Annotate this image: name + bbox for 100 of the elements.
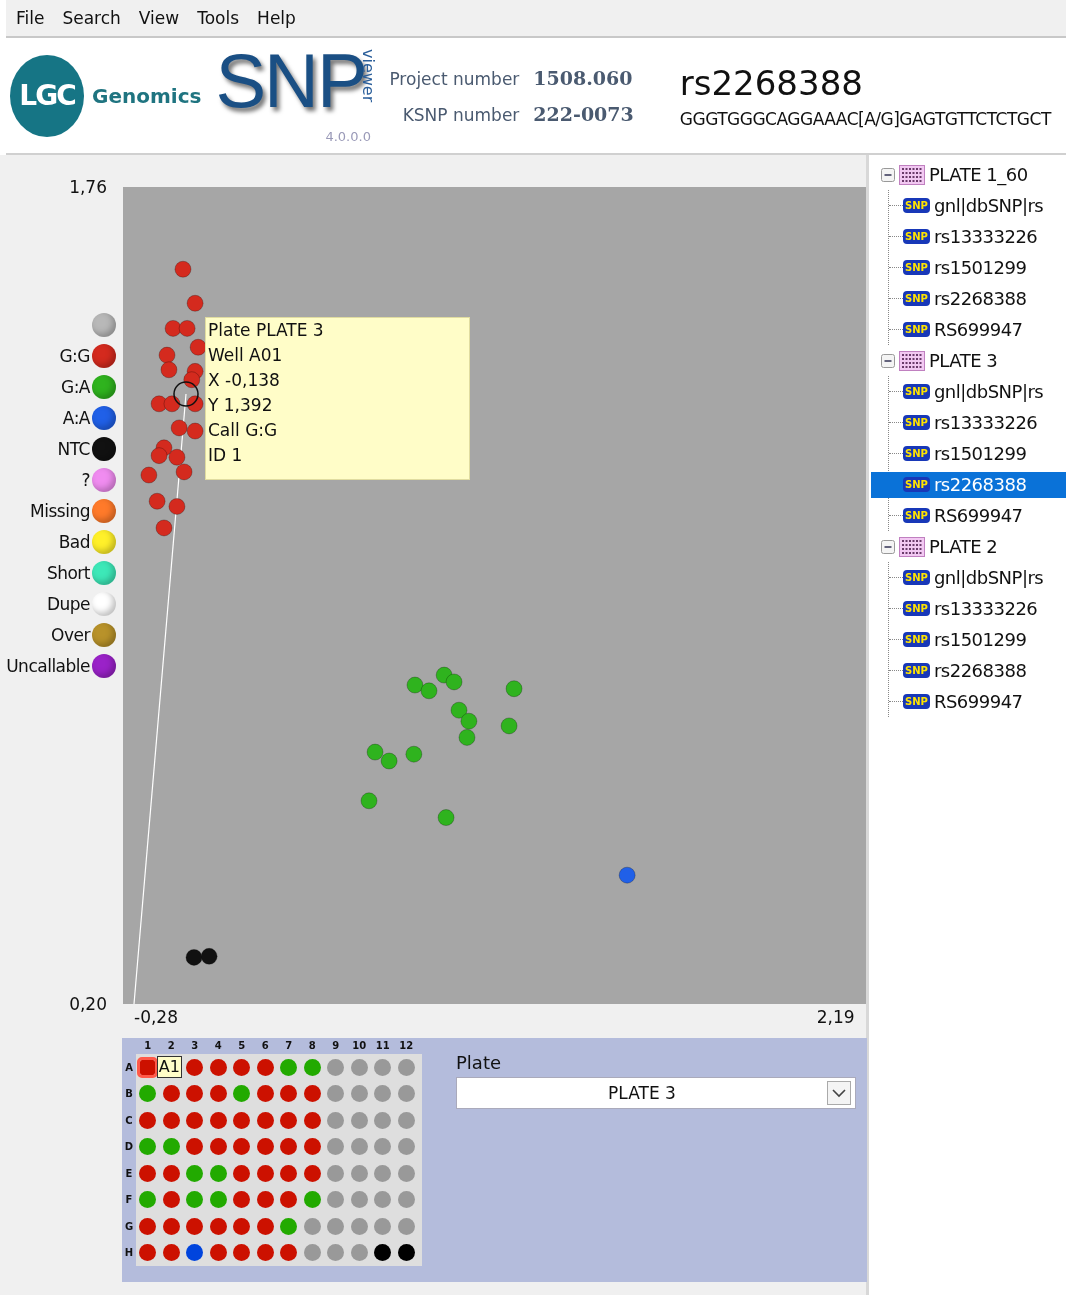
data-point[interactable] [186,395,204,413]
legend-label: Missing [30,501,90,521]
legend-label: Dupe [46,594,90,614]
tree-item[interactable]: SNP RS699947 [903,316,1066,343]
column-number: 6 [260,1039,270,1053]
data-point[interactable] [200,947,218,965]
tree-item[interactable]: SNP RS699947 [903,688,1066,715]
well-tooltip: A1 [156,1056,182,1079]
snp-id: rs2268388 [679,62,864,103]
tree-item[interactable]: SNP gnl|dbSNP|rs [903,564,1066,591]
plate-dropdown[interactable]: PLATE 3 [456,1077,856,1109]
menu-item[interactable]: Help [257,8,296,28]
row-letter: H [123,1246,135,1261]
column-number: 3 [190,1039,200,1053]
row-letter: G [123,1219,135,1234]
collapse-icon[interactable] [881,167,895,182]
tree-item[interactable]: SNP rs2268388 [871,471,1066,498]
logo-badge: LGC [10,54,84,137]
legend-label: A:A [62,408,90,428]
tree-item[interactable]: SNP rs13333226 [903,223,1066,250]
snp-badge: SNP [903,694,930,709]
menu-item[interactable]: File [16,8,45,28]
collapse-icon[interactable] [881,353,895,368]
snp-badge: SNP [903,384,930,399]
legend-label: Short [46,563,90,583]
legend-label: NTC [57,439,90,459]
tree-item[interactable]: SNP rs1501299 [903,254,1066,281]
tree-item[interactable]: SNP RS699947 [903,502,1066,529]
tree-item[interactable]: SNP rs2268388 [903,285,1066,312]
row-letter: D [123,1140,135,1155]
selection-ring [173,381,199,407]
column-number: 2 [166,1039,176,1053]
tree-item[interactable]: SNP rs1501299 [903,626,1066,653]
snp-badge: SNP [903,508,930,523]
collapse-icon[interactable] [881,539,895,554]
axis-tick-label: -0,28 [134,1007,178,1027]
tree-item[interactable]: PLATE 1_60 [929,164,1028,185]
column-number: 12 [398,1039,415,1053]
snp-badge: SNP [903,260,930,275]
axis-tick-label: 1,76 [69,177,107,197]
tree-item[interactable]: SNP rs2268388 [903,657,1066,684]
data-point[interactable] [185,948,203,966]
plate-grid-icon [899,164,925,185]
column-number: 9 [331,1039,341,1053]
tooltip-line: Plate PLATE 3 [208,319,325,342]
sequence-text: GGGTGGGCAGGAAAC[A/G]GAGTGTTCTCTGCT [679,108,1051,129]
row-letter: B [124,1087,134,1102]
tree-item[interactable]: SNP rs1501299 [903,440,1066,467]
field-value: 222-0073 [533,102,634,125]
column-number: 10 [351,1039,368,1053]
snp-badge: SNP [903,601,930,616]
snp-badge: SNP [903,632,930,647]
tree-item[interactable]: PLATE 3 [929,350,998,371]
field-label: Plate [456,1052,503,1073]
tree-item[interactable]: SNP gnl|dbSNP|rs [903,378,1066,405]
column-number: 1 [143,1039,153,1053]
menu-item[interactable]: Tools [197,8,240,28]
tooltip-line: Well A01 [208,344,284,367]
snp-badge: SNP [903,198,930,213]
tree-item[interactable]: SNP rs13333226 [903,595,1066,622]
tooltip-line: Y 1,392 [208,394,274,417]
plate-grid-icon [899,350,925,371]
menu-item[interactable]: Search [62,8,121,28]
snp-badge: SNP [903,229,930,244]
plate-well[interactable] [397,1244,415,1262]
tooltip-line: ID 1 [208,444,244,467]
column-number: 7 [284,1039,294,1053]
row-letter: F [124,1193,134,1208]
data-point[interactable] [183,371,201,389]
legend-label: G:G [59,346,90,366]
snp-badge: SNP [903,291,930,306]
plate-grid-icon [899,536,925,557]
legend-label: Uncallable [6,656,90,676]
field-label: KSNP number [401,104,520,125]
snp-badge: SNP [903,415,930,430]
company-name: Genomics [92,83,202,108]
axis-tick-label: 2,19 [816,1007,855,1027]
menu-item[interactable]: View [138,8,180,28]
snp-badge: SNP [903,663,930,678]
legend-label: Bad [58,532,90,552]
axis-tick-label: 0,20 [69,994,107,1014]
row-letter: A [124,1060,134,1075]
version-label: 4.0.0.0 [325,129,371,144]
tree-item[interactable]: SNP rs13333226 [903,409,1066,436]
column-number: 5 [237,1039,247,1053]
legend-label: Over [51,625,90,645]
data-point[interactable] [189,338,207,356]
legend-label: G:A [60,377,90,397]
column-number: 8 [307,1039,317,1053]
tree-item[interactable]: SNP gnl|dbSNP|rs [903,192,1066,219]
tooltip-line: Call G:G [208,419,279,442]
plate-well[interactable] [374,1244,392,1262]
tree-item[interactable]: PLATE 2 [929,536,998,557]
field-label: Project number [389,68,520,89]
data-point[interactable] [163,395,181,413]
row-letter: C [124,1113,134,1128]
snp-badge: SNP [903,477,930,492]
chevron-down-icon[interactable] [827,1081,851,1105]
snp-badge: SNP [903,322,930,337]
column-number: 11 [374,1039,391,1053]
